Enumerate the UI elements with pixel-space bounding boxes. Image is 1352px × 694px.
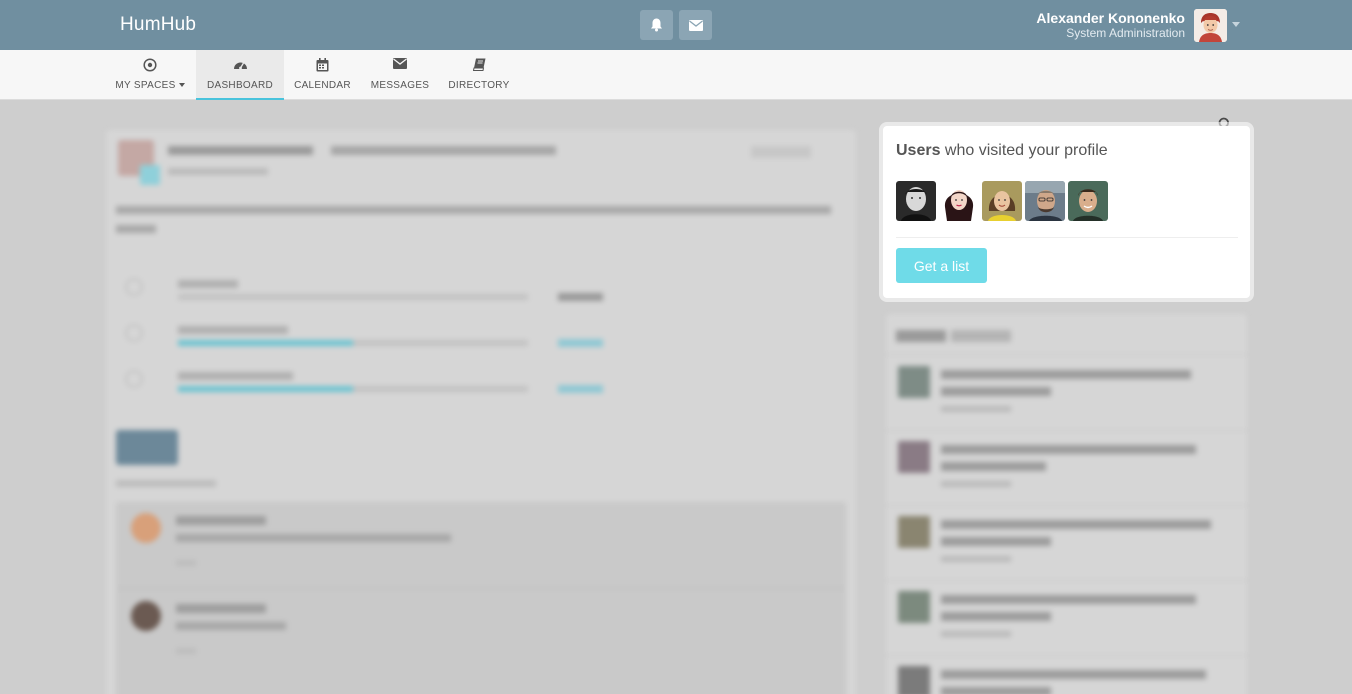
dashboard-icon xyxy=(233,62,247,70)
messages-button[interactable] xyxy=(679,10,712,40)
chevron-down-icon[interactable] xyxy=(1232,22,1240,27)
divider xyxy=(896,237,1238,238)
profile-visitors-panel: Users who visited your profile Get a lis… xyxy=(883,126,1250,298)
notifications-button[interactable] xyxy=(640,10,673,40)
brand-logo[interactable]: HumHub xyxy=(120,14,196,36)
envelope-icon xyxy=(393,58,407,69)
user-name: Alexander Kononenko xyxy=(1036,10,1185,26)
visitor-avatar[interactable] xyxy=(982,181,1022,221)
nav-label: DASHBOARD xyxy=(206,80,274,91)
nav-directory[interactable]: DIRECTORY xyxy=(446,50,512,100)
top-bar: HumHub Alexander Kononenko System Admini… xyxy=(0,0,1352,50)
visitor-avatar-list xyxy=(896,181,1108,221)
stream-panel-blurred xyxy=(106,130,856,694)
nav-dashboard[interactable]: DASHBOARD xyxy=(196,50,284,100)
visitor-avatar[interactable] xyxy=(939,181,979,221)
nav-my-spaces[interactable]: MY SPACES xyxy=(112,50,188,100)
nav-messages[interactable]: MESSAGES xyxy=(368,50,432,100)
nav-label: CALENDAR xyxy=(294,80,351,91)
nav-calendar[interactable]: CALENDAR xyxy=(290,50,355,100)
user-menu[interactable]: Alexander Kononenko System Administratio… xyxy=(1036,10,1185,41)
visitor-avatar[interactable] xyxy=(1068,181,1108,221)
book-icon xyxy=(472,58,485,71)
caret-down-icon xyxy=(178,83,185,88)
envelope-icon xyxy=(688,19,703,31)
nav-label: DIRECTORY xyxy=(448,80,510,91)
panel-title: Users who visited your profile xyxy=(896,142,1108,160)
dot-circle-icon xyxy=(143,58,157,72)
blurred-post-placeholder xyxy=(116,140,846,694)
main-navigation: MY SPACES DASHBOARD CALENDAR MESSAGES DI… xyxy=(0,50,1352,131)
get-a-list-button[interactable]: Get a list xyxy=(896,248,987,283)
blurred-activity-placeholder xyxy=(886,330,1247,694)
avatar[interactable] xyxy=(1194,9,1227,42)
calendar-icon xyxy=(316,58,329,72)
panel-title-bold: Users xyxy=(896,142,941,159)
panel-title-rest: who visited your profile xyxy=(940,142,1108,159)
bell-icon xyxy=(651,18,662,32)
user-role: System Administration xyxy=(1066,26,1185,40)
visitor-avatar[interactable] xyxy=(1025,181,1065,221)
notification-buttons xyxy=(640,10,712,40)
nav-label: MY SPACES xyxy=(115,80,176,91)
activity-panel-blurred xyxy=(886,314,1247,694)
visitor-avatar[interactable] xyxy=(896,181,936,221)
nav-label: MESSAGES xyxy=(370,80,430,91)
